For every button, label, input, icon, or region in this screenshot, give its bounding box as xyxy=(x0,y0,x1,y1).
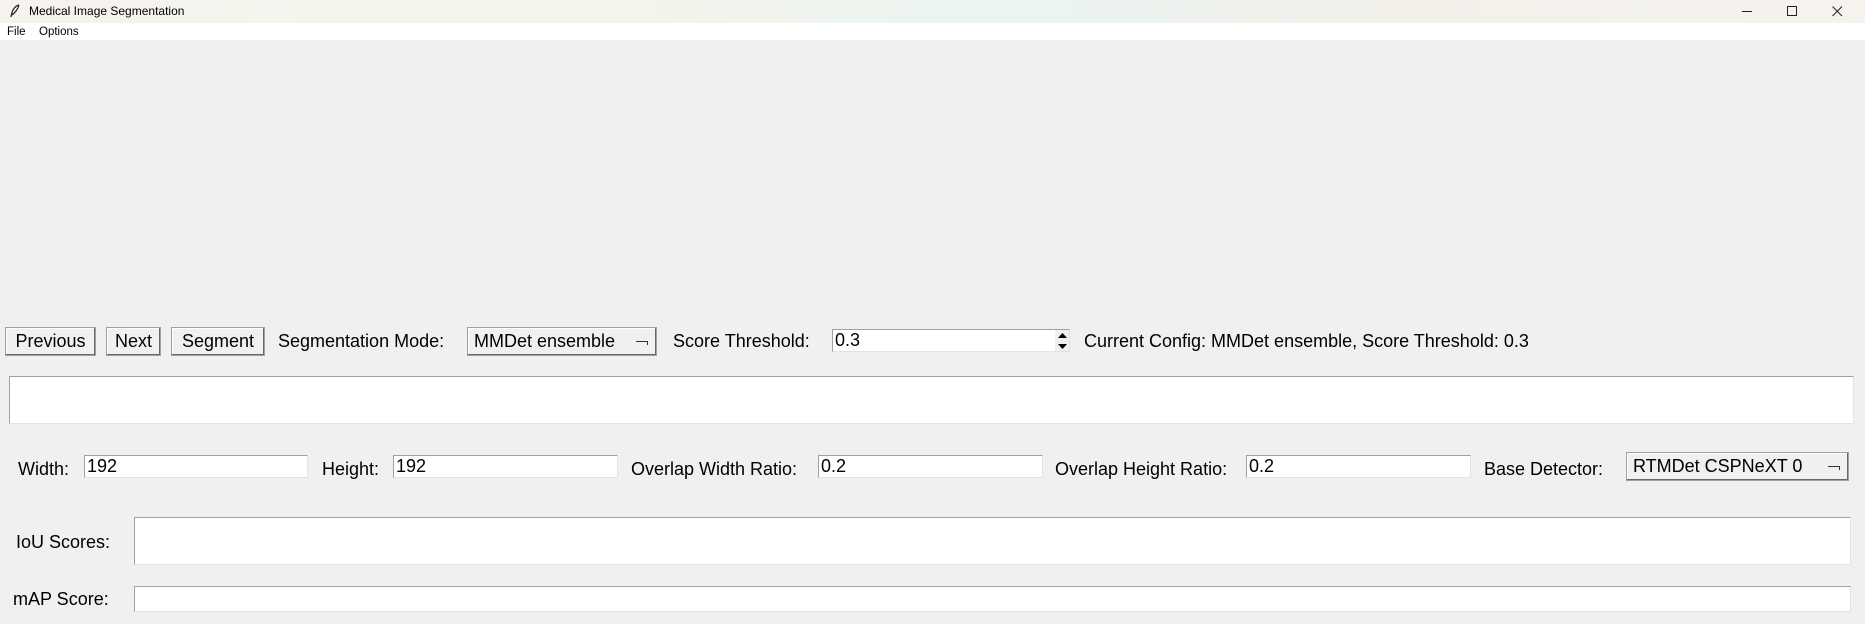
maximize-button[interactable] xyxy=(1770,0,1815,23)
map-score-label: mAP Score: xyxy=(13,589,109,609)
close-icon xyxy=(1832,6,1843,17)
width-label: Width: xyxy=(18,459,70,479)
segmentation-mode-value: MMDet ensemble xyxy=(474,331,616,351)
score-threshold-spinbox[interactable]: 0.3 xyxy=(832,329,1070,352)
segmentation-mode-select[interactable]: MMDet ensemble xyxy=(467,327,657,356)
overlap-width-ratio-label: Overlap Width Ratio: xyxy=(631,459,798,479)
current-config-label: Current Config: MMDet ensemble, Score Th… xyxy=(1084,331,1529,351)
base-detector-value: RTMDet CSPNeXT 0 xyxy=(1633,456,1803,476)
iou-scores-box[interactable] xyxy=(134,517,1851,565)
height-input[interactable]: 192 xyxy=(393,455,618,478)
overlap-height-ratio-label: Overlap Height Ratio: xyxy=(1055,459,1228,479)
dropdown-indicator-icon xyxy=(1828,466,1840,470)
spin-down-arrow-icon[interactable] xyxy=(1055,341,1069,351)
dropdown-indicator-icon xyxy=(636,341,648,345)
maximize-icon xyxy=(1787,6,1797,16)
status-text-box[interactable] xyxy=(9,376,1854,424)
score-threshold-value: 0.3 xyxy=(835,330,861,350)
minimize-button[interactable] xyxy=(1725,0,1770,23)
overlap-width-ratio-input[interactable]: 0.2 xyxy=(818,455,1043,478)
menu-bar: File Options xyxy=(0,23,1865,40)
score-threshold-label: Score Threshold: xyxy=(673,331,810,351)
feather-icon xyxy=(10,4,20,18)
overlap-height-ratio-input[interactable]: 0.2 xyxy=(1246,455,1471,478)
image-canvas xyxy=(0,40,1865,323)
window-title: Medical Image Segmentation xyxy=(29,4,185,18)
segment-button[interactable]: Segment xyxy=(171,327,265,356)
title-bar: Medical Image Segmentation xyxy=(0,0,1865,23)
menu-options[interactable]: Options xyxy=(39,26,79,38)
base-detector-select[interactable]: RTMDet CSPNeXT 0 xyxy=(1626,452,1849,481)
segmentation-mode-label: Segmentation Mode: xyxy=(278,331,445,351)
height-label: Height: xyxy=(322,459,380,479)
width-input[interactable]: 192 xyxy=(84,455,308,478)
base-detector-label: Base Detector: xyxy=(1484,459,1604,479)
close-button[interactable] xyxy=(1815,0,1860,23)
minimize-icon xyxy=(1742,11,1752,12)
spin-up-arrow-icon[interactable] xyxy=(1055,330,1069,340)
map-score-box[interactable] xyxy=(134,586,1851,612)
iou-scores-label: IoU Scores: xyxy=(16,532,111,552)
previous-button[interactable]: Previous xyxy=(5,327,96,356)
menu-file[interactable]: File xyxy=(7,26,26,38)
spinbox-buttons xyxy=(1055,330,1069,351)
next-button[interactable]: Next xyxy=(106,327,161,356)
